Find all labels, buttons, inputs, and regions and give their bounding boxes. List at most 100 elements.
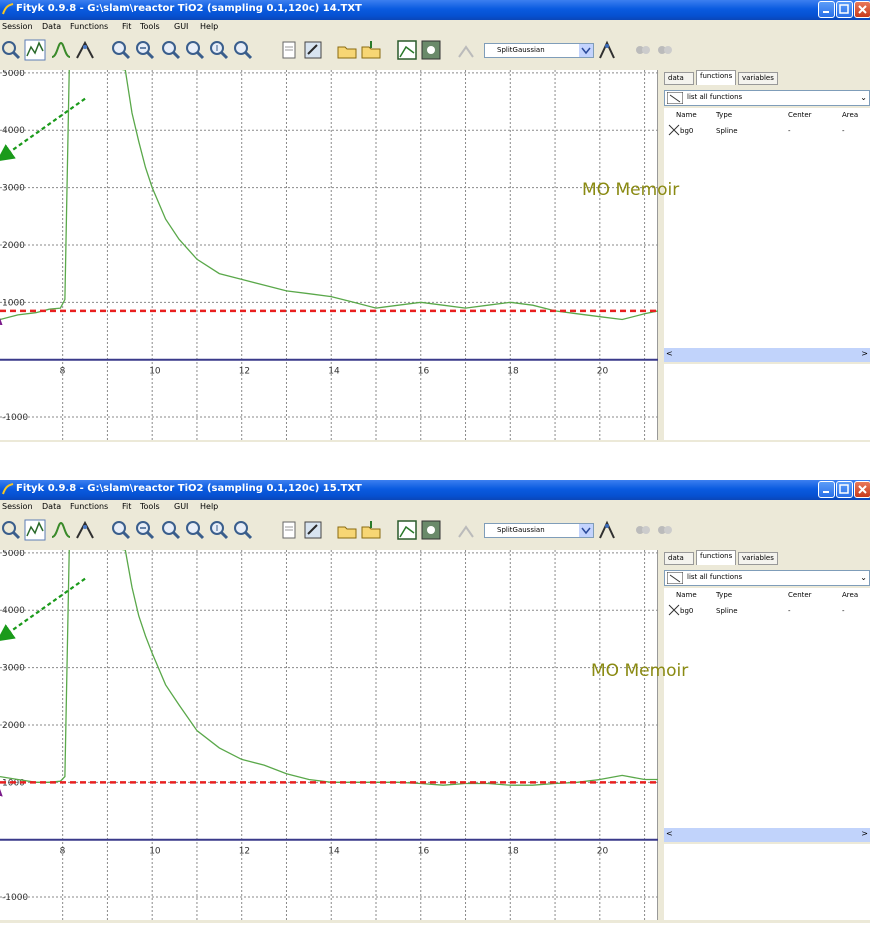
zoom-icon[interactable] [110, 519, 132, 541]
menu-help[interactable]: Help [200, 502, 218, 511]
plot-area[interactable]: -1000100020003000400050008101214161820 [0, 70, 658, 440]
horizontal-scrollbar[interactable]: < > [664, 828, 870, 842]
scroll-right-icon[interactable]: > [861, 829, 868, 838]
zoom-out-icon[interactable] [134, 39, 156, 61]
scroll-right-icon[interactable]: > [861, 349, 868, 358]
column-header-area[interactable]: Area [842, 111, 858, 119]
menu-help[interactable]: Help [200, 22, 218, 31]
plot-icon[interactable] [396, 519, 418, 541]
x-tick-label: 8 [60, 367, 66, 377]
menu-data[interactable]: Data [42, 22, 61, 31]
export-image-icon[interactable] [420, 39, 442, 61]
zoom-all-icon[interactable] [0, 39, 22, 61]
edit-data-icon[interactable] [302, 519, 324, 541]
zoom-fit-icon[interactable] [232, 519, 254, 541]
tab-functions[interactable]: functions [696, 70, 736, 85]
column-header-type[interactable]: Type [716, 111, 732, 119]
menu-fit[interactable]: Fit [122, 22, 131, 31]
menu-session[interactable]: Session [2, 502, 33, 511]
function-type-select[interactable]: SplitGaussian [484, 43, 594, 58]
minimize-button[interactable] [818, 1, 835, 18]
zoom-next-icon[interactable] [184, 519, 206, 541]
function-type-select[interactable]: SplitGaussian [484, 523, 594, 538]
redo-icon[interactable] [654, 519, 676, 541]
scroll-left-icon[interactable]: < [666, 349, 673, 358]
run-fit-icon[interactable] [74, 39, 96, 61]
zoom-visible-icon[interactable] [208, 519, 230, 541]
tab-data[interactable]: data [664, 72, 694, 85]
undo-icon[interactable] [632, 519, 654, 541]
plot-area[interactable]: -1000100020003000400050008101214161820 [0, 550, 658, 920]
add-data-icon[interactable] [278, 519, 300, 541]
zoom-previous-icon[interactable] [160, 39, 182, 61]
tab-data[interactable]: data [664, 552, 694, 565]
column-header-name[interactable]: Name [676, 591, 697, 599]
data-range-icon[interactable] [24, 39, 46, 61]
table-cell-name[interactable]: bg0 [680, 607, 693, 615]
save-session-icon[interactable] [360, 39, 382, 61]
function-details-panel [664, 364, 870, 440]
place-peak-icon[interactable] [596, 39, 618, 61]
maximize-button[interactable] [836, 1, 853, 18]
table-cell-name[interactable]: bg0 [680, 127, 693, 135]
zoom-fit-icon[interactable] [232, 39, 254, 61]
data-range-icon[interactable] [24, 519, 46, 541]
export-image-icon[interactable] [420, 519, 442, 541]
app-icon [2, 483, 14, 495]
menu-tools[interactable]: Tools [140, 502, 160, 511]
menu-data[interactable]: Data [42, 502, 61, 511]
add-peak-icon[interactable] [50, 519, 72, 541]
function-filter-select[interactable]: list all functions ⌄ [664, 90, 870, 106]
chevron-down-icon[interactable]: ⌄ [860, 573, 867, 582]
close-button[interactable] [854, 481, 870, 498]
zoom-icon[interactable] [110, 39, 132, 61]
y-tick-label: 2000 [2, 721, 25, 731]
zoom-all-icon[interactable] [0, 519, 22, 541]
zoom-next-icon[interactable] [184, 39, 206, 61]
x-tick-label: 16 [418, 847, 430, 857]
menu-gui[interactable]: GUI [174, 502, 188, 511]
spectrum-chart: -1000100020003000400050008101214161820 [0, 550, 658, 920]
add-peak-icon[interactable] [50, 39, 72, 61]
menu-functions[interactable]: Functions [70, 22, 108, 31]
add-data-icon[interactable] [278, 39, 300, 61]
redo-icon[interactable] [654, 39, 676, 61]
close-button[interactable] [854, 1, 870, 18]
horizontal-scrollbar[interactable]: < > [664, 348, 870, 362]
menu-functions[interactable]: Functions [70, 502, 108, 511]
column-header-area[interactable]: Area [842, 591, 858, 599]
zoom-previous-icon[interactable] [160, 519, 182, 541]
edit-data-icon[interactable] [302, 39, 324, 61]
column-header-center[interactable]: Center [788, 111, 812, 119]
save-session-icon[interactable] [360, 519, 382, 541]
column-header-center[interactable]: Center [788, 591, 812, 599]
scroll-left-icon[interactable]: < [666, 829, 673, 838]
column-header-type[interactable]: Type [716, 591, 732, 599]
menu-session[interactable]: Session [2, 22, 33, 31]
column-header-name[interactable]: Name [676, 111, 697, 119]
run-fit-icon[interactable] [74, 519, 96, 541]
place-peak-icon[interactable] [596, 519, 618, 541]
maximize-button[interactable] [836, 481, 853, 498]
zoom-out-icon[interactable] [134, 519, 156, 541]
tab-variables[interactable]: variables [738, 552, 778, 565]
menu-tools[interactable]: Tools [140, 22, 160, 31]
load-session-icon[interactable] [336, 39, 358, 61]
auto-add-icon[interactable] [456, 519, 478, 541]
y-tick-label: -1000 [2, 413, 28, 423]
plot-icon[interactable] [396, 39, 418, 61]
zoom-visible-icon[interactable] [208, 39, 230, 61]
minimize-button[interactable] [818, 481, 835, 498]
function-filter-select[interactable]: list all functions ⌄ [664, 570, 870, 586]
menu-fit[interactable]: Fit [122, 502, 131, 511]
load-session-icon[interactable] [336, 519, 358, 541]
auto-add-icon[interactable] [456, 39, 478, 61]
tab-variables[interactable]: variables [738, 72, 778, 85]
y-tick-label: 3000 [2, 664, 25, 674]
chevron-down-icon[interactable] [579, 44, 593, 57]
chevron-down-icon[interactable] [579, 524, 593, 537]
chevron-down-icon[interactable]: ⌄ [860, 93, 867, 102]
tab-functions[interactable]: functions [696, 550, 736, 565]
undo-icon[interactable] [632, 39, 654, 61]
menu-gui[interactable]: GUI [174, 22, 188, 31]
